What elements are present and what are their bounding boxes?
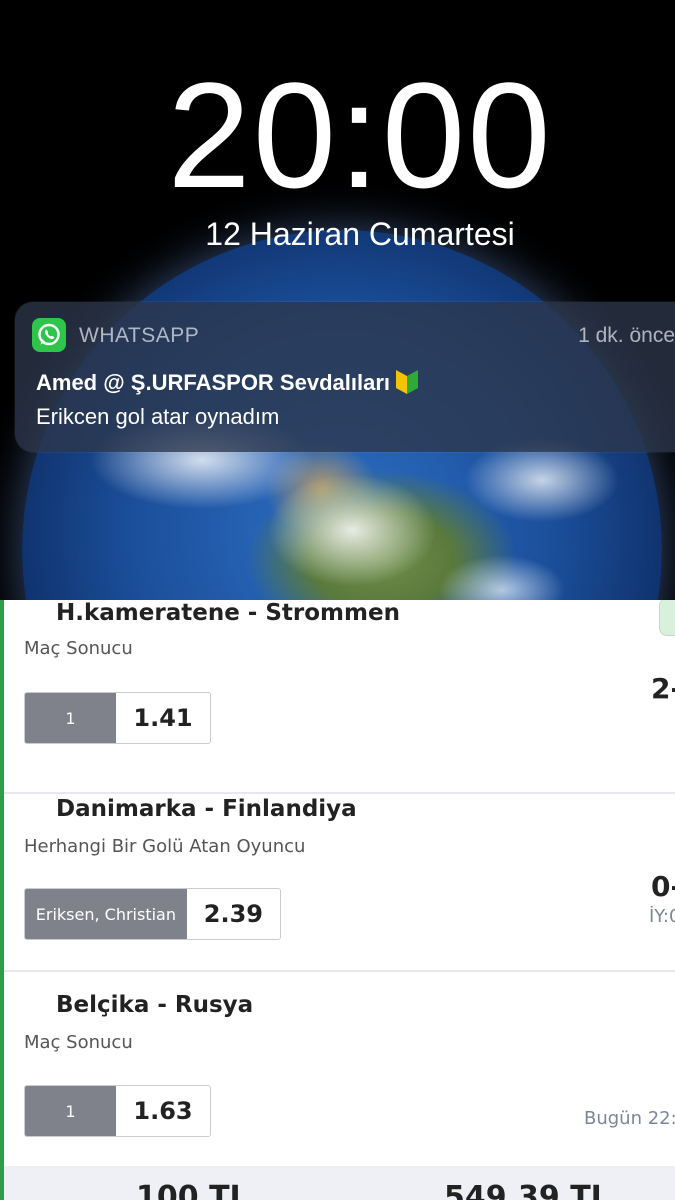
- match-name: Belçika - Rusya: [56, 992, 254, 1018]
- lock-date: 12 Haziran Cumartesi: [205, 216, 515, 252]
- selection-odds: 2.39: [186, 889, 280, 939]
- halftime-score: İY:0: [649, 906, 675, 927]
- notification-time: 1 dk. önce: [578, 324, 675, 347]
- match-score: 0-: [651, 870, 675, 903]
- market-name: Maç Sonucu: [24, 638, 133, 659]
- selection-box[interactable]: 1 1.41: [24, 692, 211, 744]
- total-stake: 100 TL: [136, 1180, 249, 1200]
- notification-title: Amed @ Ş.URFASPOR Sevdalıları: [36, 370, 418, 396]
- selection-label: 1: [25, 693, 117, 743]
- bet-item[interactable]: H.kameratene - Strommen Maç Sonucu 1 1.4…: [4, 600, 675, 794]
- selection-label: 1: [25, 1086, 117, 1136]
- match-name: H.kameratene - Strommen: [56, 600, 400, 626]
- slip-totals: 100 TL 549,39 TL: [4, 1166, 675, 1200]
- notification-app-name: WHATSAPP: [79, 324, 200, 347]
- whatsapp-icon: [32, 318, 66, 352]
- notification-body: Erikcen gol atar oynadım: [36, 404, 280, 429]
- match-name: Danimarka - Finlandiya: [56, 796, 357, 822]
- kickoff-time: Bugün 22:: [584, 1108, 675, 1129]
- selection-box[interactable]: 1 1.63: [24, 1085, 211, 1137]
- won-check-icon: [659, 600, 675, 636]
- potential-payout: 549,39 TL: [444, 1180, 610, 1200]
- lock-screen: 20:00 12 Haziran Cumartesi WHATSAPP 1 dk…: [0, 0, 675, 600]
- japanese-beginner-symbol-icon: [396, 370, 418, 394]
- bet-slip: H.kameratene - Strommen Maç Sonucu 1 1.4…: [0, 600, 675, 1200]
- whatsapp-notification[interactable]: WHATSAPP 1 dk. önce Amed @ Ş.URFASPOR Se…: [15, 302, 675, 452]
- selection-label: Eriksen, Christian: [25, 889, 187, 939]
- selection-box[interactable]: Eriksen, Christian 2.39: [24, 888, 281, 940]
- bet-item[interactable]: Belçika - Rusya Maç Sonucu 1 1.63 Bugün …: [4, 972, 675, 1168]
- market-name: Maç Sonucu: [24, 1032, 133, 1053]
- bet-item[interactable]: Danimarka - Finlandiya Herhangi Bir Golü…: [4, 776, 675, 972]
- lock-clock: 20:00: [167, 51, 553, 219]
- notification-title-text: Amed @ Ş.URFASPOR Sevdalıları: [36, 370, 390, 395]
- market-name: Herhangi Bir Golü Atan Oyuncu: [24, 836, 306, 857]
- selection-odds: 1.41: [116, 693, 210, 743]
- match-score: 2-: [651, 672, 675, 705]
- selection-odds: 1.63: [116, 1086, 210, 1136]
